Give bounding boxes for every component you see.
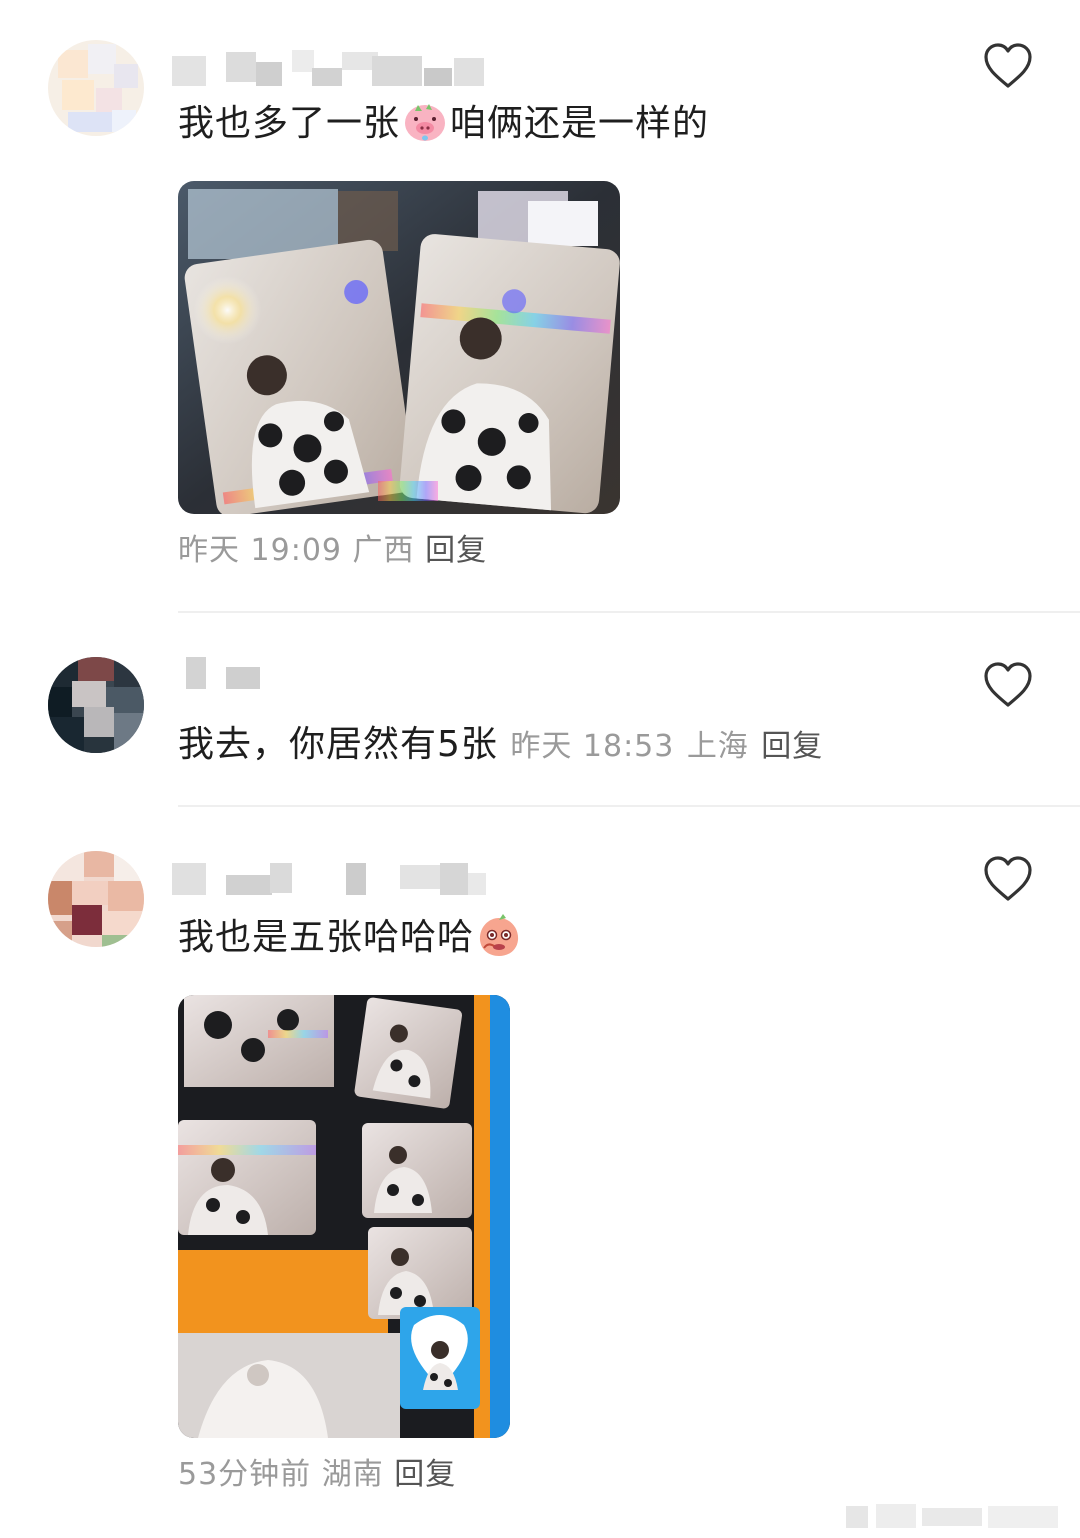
username-redacted[interactable] — [172, 859, 492, 899]
avatar[interactable] — [48, 851, 144, 947]
comment-time: 昨天 18:53 — [510, 729, 675, 764]
comment-text-part: 咱俩还是一样的 — [450, 103, 710, 144]
comment-text: 我也是五张哈哈哈 — [178, 912, 524, 963]
photo-cards-image — [178, 181, 620, 514]
comment-time: 53分钟前 — [178, 1457, 312, 1492]
comment-item: 我也是五张哈哈哈 53分钟前 湖南 回复 — [0, 807, 1080, 1538]
comment-text-part: 我也多了一张 — [178, 103, 401, 144]
like-button[interactable] — [982, 661, 1034, 709]
comment-text: 我也多了一张 咱俩还是一样的 — [178, 98, 709, 149]
comment-location: 上海 — [686, 729, 749, 764]
avatar[interactable] — [48, 40, 144, 136]
comment-item: 我也多了一张 咱俩还是一样的 昨天 19:09 广西 回复 — [0, 0, 1080, 613]
reply-button[interactable]: 回复 — [394, 1457, 456, 1492]
comment-text-part: 我也是五张哈哈哈 — [178, 917, 475, 958]
comment-text: 我去，你居然有5张 昨天 18:53 上海 回复 — [178, 720, 823, 772]
reply-button[interactable]: 回复 — [761, 729, 823, 764]
peach-drooling-emoji-icon — [479, 914, 519, 956]
comment-time: 昨天 19:09 — [178, 533, 342, 568]
photo-cards-image — [178, 995, 510, 1438]
like-button[interactable] — [982, 42, 1034, 90]
comment-photo[interactable] — [178, 181, 620, 514]
comment-location: 广西 — [352, 533, 415, 568]
comment-text-part: 我去，你居然有5张 — [178, 724, 498, 765]
pig-face-emoji-icon — [405, 104, 446, 141]
watermark — [846, 1502, 1066, 1530]
comment-item: 我去，你居然有5张 昨天 18:53 上海 回复 — [0, 613, 1080, 807]
reply-button[interactable]: 回复 — [425, 533, 487, 568]
comment-meta: 53分钟前 湖南 回复 — [178, 1455, 456, 1495]
heart-outline-icon — [984, 662, 1032, 707]
heart-outline-icon — [984, 43, 1032, 88]
heart-outline-icon — [984, 856, 1032, 901]
comment-location: 湖南 — [321, 1457, 384, 1492]
username-redacted[interactable] — [186, 657, 286, 697]
username-redacted[interactable] — [172, 48, 492, 88]
avatar[interactable] — [48, 657, 144, 753]
like-button[interactable] — [982, 855, 1034, 903]
comment-meta: 昨天 19:09 广西 回复 — [178, 531, 487, 571]
comment-photo[interactable] — [178, 995, 510, 1438]
